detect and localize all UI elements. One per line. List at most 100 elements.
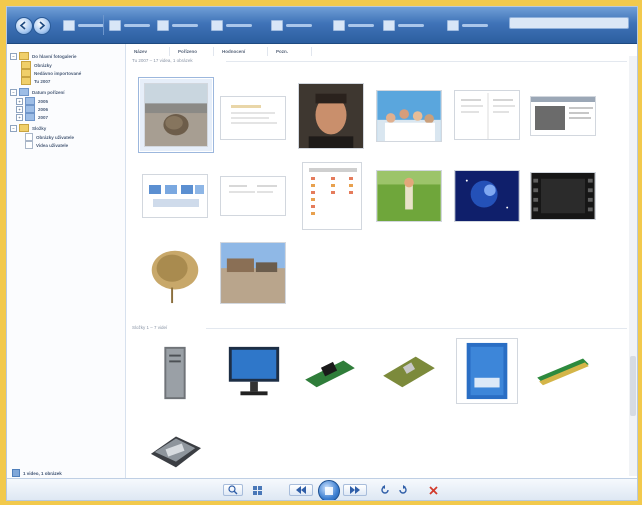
pc-tower-photo[interactable] — [144, 340, 206, 406]
diagram-icon — [149, 185, 204, 207]
column-rating[interactable]: Hodnocení — [218, 47, 268, 56]
portrait-photo[interactable] — [298, 83, 364, 149]
toolbar-file[interactable] — [63, 19, 104, 31]
magnifier-icon — [228, 485, 238, 495]
vertical-scrollbar[interactable] — [629, 56, 637, 476]
tree-item-user-pictures[interactable]: Obrázky uživatele — [23, 133, 74, 141]
tree-label: Nedávno importované — [34, 70, 82, 76]
collapse-icon[interactable]: − — [10, 124, 17, 132]
column-headers: Název Pořízeno Hodnocení Pozn. — [126, 47, 637, 56]
document-page-icon — [461, 93, 515, 139]
processor-box-photo[interactable] — [456, 338, 518, 404]
webpage-icon — [531, 97, 595, 130]
folder-icon — [19, 52, 29, 60]
tree-item-user-videos[interactable]: Videa uživatele — [23, 141, 68, 149]
email-icon — [271, 19, 283, 31]
calendar-icon — [25, 105, 35, 113]
search-input[interactable] — [509, 17, 629, 29]
fix-icon — [109, 19, 121, 31]
expand-icon[interactable]: + — [16, 105, 23, 113]
column-name[interactable]: Název — [130, 47, 170, 56]
column-date-taken[interactable]: Pořízeno — [174, 47, 214, 56]
rotate-left-button[interactable] — [379, 484, 391, 496]
tree-item-pictures[interactable]: Obrázky — [19, 61, 52, 69]
toolbar-print[interactable] — [211, 19, 252, 31]
grid-icon — [252, 485, 262, 495]
toolbar-fix[interactable] — [109, 19, 150, 31]
column-caption[interactable]: Pozn. — [272, 47, 312, 56]
ram-module-photo[interactable] — [530, 348, 596, 392]
tree-label: Videa uživatele — [36, 142, 69, 148]
toolbar-burn[interactable] — [333, 19, 374, 31]
tree-item-all-photos[interactable]: − Do hlavní fotogalerie — [10, 52, 77, 60]
house-photo[interactable] — [220, 242, 286, 304]
tree-item-date-taken[interactable]: − Datum pořízení — [10, 88, 65, 96]
webpage-thumbnail[interactable] — [530, 96, 596, 136]
back-arrow-icon — [19, 21, 26, 30]
rotate-left-icon — [381, 485, 389, 494]
group-header-tu-2007[interactable]: Tu 2007 – 17 videa, 1 obrázek — [132, 58, 193, 63]
expand-icon[interactable]: + — [16, 113, 23, 121]
video-thumbnail[interactable] — [530, 172, 596, 220]
folder-icon — [19, 124, 29, 132]
motherboard-photo[interactable] — [376, 348, 442, 394]
gallery-status-icon — [12, 469, 20, 477]
document-icon — [25, 141, 33, 149]
collapse-icon[interactable]: − — [10, 52, 17, 60]
next-button[interactable] — [343, 484, 367, 496]
zoom-button[interactable] — [223, 484, 243, 496]
document-page-icon — [231, 105, 277, 124]
hard-drive-photo[interactable] — [142, 424, 208, 478]
tree-item-folders[interactable]: − Složky — [10, 124, 46, 132]
tree-item-2007[interactable]: +2007 — [16, 113, 48, 121]
expand-icon[interactable]: + — [16, 97, 23, 105]
status-bar: 1 video, 1 obrázek — [12, 469, 122, 477]
toolbar-movie[interactable] — [383, 19, 424, 31]
scrollbar-thumb[interactable] — [630, 356, 636, 416]
toolbar-open[interactable] — [447, 19, 488, 31]
forward-arrow-icon — [39, 21, 46, 30]
two-page-document-thumbnail[interactable] — [454, 90, 520, 140]
tree-label: Obrázky — [34, 62, 52, 68]
group-header-folder-1[interactable]: Složky 1 – 7 videí — [132, 325, 167, 330]
rotate-right-button[interactable] — [397, 484, 409, 496]
dry-plant-photo[interactable] — [142, 238, 208, 308]
tree-item-2005[interactable]: +2005 — [16, 97, 48, 105]
actual-size-button[interactable] — [251, 484, 263, 496]
graphics-card-photo[interactable] — [298, 350, 362, 394]
tree-item-tu-2007[interactable]: Tu 2007 — [19, 77, 50, 85]
tree-item-recently-imported[interactable]: Nedávno importované — [19, 69, 81, 77]
monitor-photo[interactable] — [222, 342, 286, 404]
tree-label: 2006 — [38, 106, 49, 112]
thumbnail-tile[interactable] — [138, 77, 214, 153]
slideshow-button[interactable] — [318, 480, 340, 500]
table-document-thumbnail[interactable] — [302, 162, 362, 230]
tree-item-2006[interactable]: +2006 — [16, 105, 48, 113]
tree-label: Datum pořízení — [32, 89, 65, 95]
folder-icon — [21, 61, 31, 69]
calendar-icon — [19, 88, 29, 96]
document-thumbnail[interactable] — [220, 96, 286, 140]
next-icon — [350, 486, 360, 494]
previous-button[interactable] — [289, 484, 313, 496]
toolbar-email[interactable] — [271, 19, 312, 31]
open-icon — [447, 19, 459, 31]
burn-icon — [333, 19, 345, 31]
forward-button[interactable] — [33, 17, 51, 35]
child-field-photo[interactable] — [376, 170, 442, 222]
toolbar-info[interactable] — [157, 19, 198, 31]
document-thumbnail[interactable] — [220, 176, 286, 216]
file-icon — [63, 19, 75, 31]
group-photo[interactable] — [376, 90, 442, 142]
nebula-photo[interactable] — [454, 170, 520, 222]
diagram-thumbnail[interactable] — [142, 174, 208, 218]
delete-button[interactable] — [427, 484, 439, 496]
collapse-icon[interactable]: − — [10, 88, 17, 96]
tree-label: Obrázky uživatele — [36, 134, 75, 140]
document-icon — [25, 133, 33, 141]
document-page-icon — [229, 185, 277, 193]
back-button[interactable] — [15, 17, 33, 35]
tumbleweed-photo — [144, 83, 208, 147]
folder-icon — [21, 69, 31, 77]
playback-controls — [7, 478, 637, 500]
